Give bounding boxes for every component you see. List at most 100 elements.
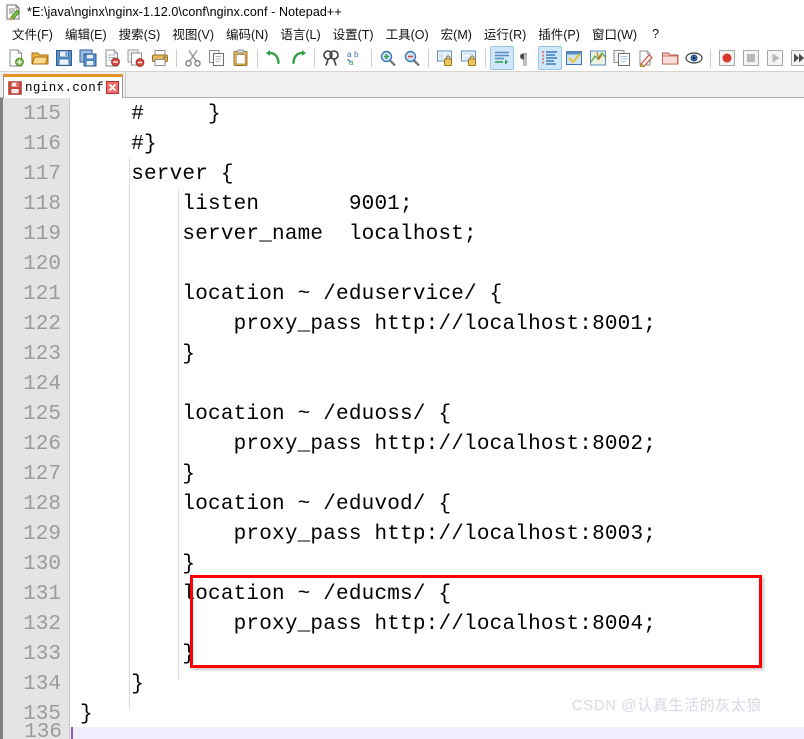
save-button[interactable] [52,46,76,70]
code-line: proxy_pass http://localhost:8003; [80,523,657,546]
paste-button[interactable] [229,46,253,70]
new-file-button[interactable] [4,46,28,70]
line-number: 130 [23,553,61,576]
code-line: location ~ /eduoss/ { [80,403,452,426]
menu-search[interactable]: 搜索(S) [113,23,167,44]
menu-plugins[interactable]: 插件(P) [532,23,586,44]
code-line: proxy_pass http://localhost:8001; [80,313,657,336]
line-number: 128 [23,493,61,516]
line-number: 118 [23,193,61,216]
code-line: } [80,703,93,726]
sync-horizontal-scroll-icon[interactable] [457,46,481,70]
menu-language[interactable]: 语言(L) [274,23,326,44]
code-line: #} [80,133,157,156]
toolbar-separator [176,48,177,67]
monitoring-eye-icon[interactable] [682,46,706,70]
title-bar: *E:\java\nginx\nginx-1.12.0\conf\nginx.c… [0,0,804,23]
code-line: server { [80,163,234,186]
line-number: 119 [23,223,61,246]
line-number: 124 [23,373,61,396]
line-number: 131 [23,583,61,606]
line-number: 134 [23,673,61,696]
menu-help[interactable]: ? [643,26,668,42]
close-all-files-button[interactable] [124,46,148,70]
menu-settings[interactable]: 设置(T) [327,23,380,44]
editor-area[interactable]: 115 116 117 118 119 120 121 122 123 124 … [0,98,804,739]
toolbar-separator [371,48,372,67]
zoom-in-icon[interactable] [376,46,400,70]
line-number: 126 [23,433,61,456]
menu-encoding[interactable]: 编码(N) [220,23,274,44]
code-line: proxy_pass http://localhost:8004; [80,613,657,636]
menu-run[interactable]: 运行(R) [478,23,532,44]
line-number: 117 [23,163,61,186]
redo-button[interactable] [286,46,310,70]
line-number: 132 [23,613,61,636]
gutter-edge-bar [0,98,3,739]
line-number: 123 [23,343,61,366]
toolbar-separator [710,48,711,67]
unsaved-floppy-icon [8,80,22,95]
stop-recording-icon[interactable] [739,46,763,70]
find-icon[interactable] [319,46,343,70]
document-map-icon[interactable] [586,46,610,70]
show-all-characters-icon[interactable]: ¶ [514,46,538,70]
toolbar-separator [428,48,429,67]
line-number: 125 [23,403,61,426]
current-line-partial: 136 [0,721,804,739]
line-number: 121 [23,283,61,306]
code-text-area[interactable]: # } #} server { listen 9001; server_name… [70,98,804,739]
code-line: # } [80,103,221,126]
menu-tools[interactable]: 工具(O) [380,23,435,44]
user-defined-dialog-icon[interactable] [562,46,586,70]
word-wrap-icon[interactable] [490,45,514,70]
menu-macro[interactable]: 宏(M) [435,23,478,44]
menu-file[interactable]: 文件(F) [6,23,59,44]
code-line: } [80,553,196,576]
line-number: 133 [23,643,61,666]
svg-text:a: a [349,58,354,67]
replace-icon[interactable]: aba [343,46,367,70]
tab-label: nginx.conf [25,80,105,95]
run-macro-multiple-icon[interactable] [787,46,804,70]
svg-text:¶: ¶ [520,51,528,67]
record-macro-icon[interactable] [715,46,739,70]
play-macro-icon[interactable] [763,46,787,70]
copy-button[interactable] [205,46,229,70]
line-number: 120 [23,253,61,276]
save-all-button[interactable] [76,46,100,70]
window-title: *E:\java\nginx\nginx-1.12.0\conf\nginx.c… [27,4,342,19]
sync-vertical-scroll-icon[interactable] [433,46,457,70]
print-button[interactable] [148,46,172,70]
tab-bar-empty-area [125,72,804,97]
menu-bar: 文件(F) 编辑(E) 搜索(S) 视图(V) 编码(N) 语言(L) 设置(T… [0,23,804,44]
line-number: 136 [24,721,62,739]
current-line-marker [71,727,73,739]
menu-window[interactable]: 窗口(W) [586,23,643,44]
line-number-gutter: 115 116 117 118 119 120 121 122 123 124 … [0,98,70,739]
folder-icon[interactable] [658,46,682,70]
line-number: 115 [23,103,61,126]
show-indent-guide-icon[interactable] [538,45,562,70]
function-list-icon[interactable] [610,46,634,70]
close-file-button[interactable] [100,46,124,70]
undo-button[interactable] [262,46,286,70]
cut-button[interactable] [181,46,205,70]
notepadpp-window: *E:\java\nginx\nginx-1.12.0\conf\nginx.c… [0,0,804,739]
code-line: } [80,343,196,366]
tab-nginx-conf[interactable]: nginx.conf [3,74,124,98]
menu-edit[interactable]: 编辑(E) [59,23,113,44]
line-number: 129 [23,523,61,546]
menu-view[interactable]: 视图(V) [166,23,220,44]
toolbar-separator [314,48,315,67]
code-line: } [80,463,196,486]
code-line: location ~ /educms/ { [80,583,452,606]
close-tab-icon[interactable] [106,81,120,94]
zoom-out-icon[interactable] [400,46,424,70]
folder-as-workspace-icon[interactable] [634,46,658,70]
open-file-button[interactable] [28,46,52,70]
toolbar-separator [257,48,258,67]
toolbar: aba ¶ [0,44,804,72]
code-line: location ~ /eduservice/ { [80,283,503,306]
